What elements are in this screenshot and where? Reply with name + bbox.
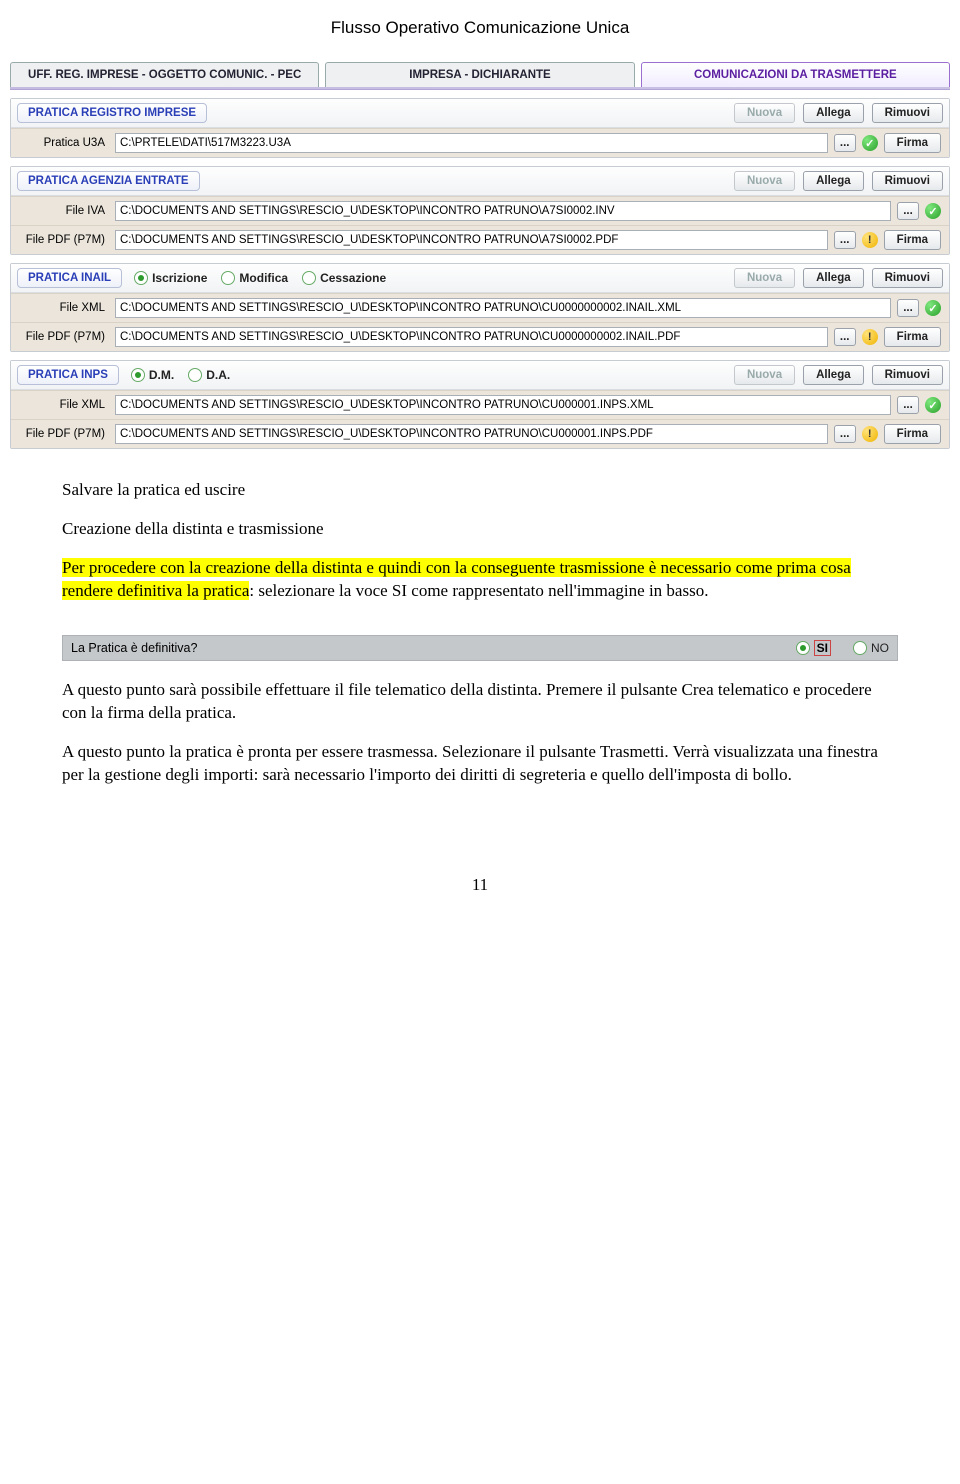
firma-button[interactable]: Firma (884, 133, 941, 153)
document-header: Flusso Operativo Comunicazione Unica (0, 0, 960, 62)
definitiva-question: La Pratica è definitiva? (71, 641, 197, 655)
input-file-xml-inail[interactable] (115, 298, 891, 318)
allega-button[interactable]: Allega (803, 171, 864, 191)
paragraph-creazione: Creazione della distinta e trasmissione (62, 518, 898, 541)
tab-comunicazioni-trasmettere[interactable]: COMUNICAZIONI DA TRASMETTERE (641, 62, 950, 87)
label-file-iva: File IVA (19, 205, 109, 217)
nuova-button: Nuova (734, 103, 795, 123)
paragraph-procedere: Per procedere con la creazione della dis… (62, 557, 898, 603)
firma-button[interactable]: Firma (884, 327, 941, 347)
tab-uff-reg[interactable]: UFF. REG. IMPRESE - OGGETTO COMUNIC. - P… (10, 62, 319, 87)
radio-label-si: SI (814, 640, 831, 656)
radio-dm[interactable]: D.M. (131, 368, 174, 382)
radio-label: Cessazione (320, 271, 386, 285)
label-file-pdf-p7m: File PDF (P7M) (19, 331, 109, 343)
radio-icon (134, 271, 148, 285)
radio-icon (221, 271, 235, 285)
panel-inail: PRATICA INAIL Iscrizione Modifica Cessaz… (10, 263, 950, 352)
status-warn-icon (862, 426, 878, 442)
inail-radio-group: Iscrizione Modifica Cessazione (130, 271, 386, 285)
input-pratica-u3a[interactable] (115, 133, 828, 153)
label-file-pdf-p7m: File PDF (P7M) (19, 428, 109, 440)
input-file-pdf-inps[interactable] (115, 424, 828, 444)
allega-button[interactable]: Allega (803, 268, 864, 288)
browse-button[interactable]: ... (834, 425, 856, 443)
browse-button[interactable]: ... (897, 396, 919, 414)
status-warn-icon (862, 329, 878, 345)
tab-impresa-dichiarante[interactable]: IMPRESA - DICHIARANTE (325, 62, 634, 87)
rimuovi-button[interactable]: Rimuovi (872, 103, 943, 123)
input-file-pdf-inail[interactable] (115, 327, 828, 347)
tab-bar: UFF. REG. IMPRESE - OGGETTO COMUNIC. - P… (0, 62, 960, 87)
input-file-iva[interactable] (115, 201, 891, 221)
panel-agenzia-entrate: PRATICA AGENZIA ENTRATE Nuova Allega Rim… (10, 166, 950, 255)
radio-icon (853, 641, 867, 655)
rimuovi-button[interactable]: Rimuovi (872, 365, 943, 385)
definitiva-bar: La Pratica è definitiva? SI NO (62, 635, 898, 661)
status-ok-icon (925, 300, 941, 316)
radio-si[interactable]: SI (796, 640, 831, 656)
radio-label: D.A. (206, 368, 230, 382)
rimuovi-button[interactable]: Rimuovi (872, 171, 943, 191)
radio-label: Iscrizione (152, 271, 207, 285)
allega-button[interactable]: Allega (803, 103, 864, 123)
inps-radio-group: D.M. D.A. (127, 368, 230, 382)
input-file-xml-inps[interactable] (115, 395, 891, 415)
firma-button[interactable]: Firma (884, 230, 941, 250)
paragraph-trasmetti: A questo punto la pratica è pronta per e… (62, 741, 898, 787)
panel-title-inps: PRATICA INPS (17, 365, 119, 385)
radio-icon (796, 641, 810, 655)
paragraph-tail: : selezionare la voce SI come rappresent… (249, 581, 708, 600)
firma-button[interactable]: Firma (884, 424, 941, 444)
status-ok-icon (862, 135, 878, 151)
status-ok-icon (925, 203, 941, 219)
label-file-xml-inps: File XML (19, 399, 109, 411)
nuova-button: Nuova (734, 171, 795, 191)
browse-button[interactable]: ... (834, 231, 856, 249)
allega-button[interactable]: Allega (803, 365, 864, 385)
radio-label-no: NO (871, 641, 889, 655)
radio-no[interactable]: NO (853, 641, 889, 655)
paragraph-telematico: A questo punto sarà possibile effettuare… (62, 679, 898, 725)
paragraph-salvare: Salvare la pratica ed uscire (62, 479, 898, 502)
document-body-2: A questo punto sarà possibile effettuare… (0, 679, 960, 815)
radio-icon (188, 368, 202, 382)
panel-registro-imprese: PRATICA REGISTRO IMPRESE Nuova Allega Ri… (10, 98, 950, 158)
browse-button[interactable]: ... (897, 202, 919, 220)
radio-icon (302, 271, 316, 285)
radio-label: Modifica (239, 271, 288, 285)
radio-iscrizione[interactable]: Iscrizione (134, 271, 207, 285)
label-pratica-u3a: Pratica U3A (19, 137, 109, 149)
radio-label: D.M. (149, 368, 174, 382)
input-file-pdf-ae[interactable] (115, 230, 828, 250)
panel-title-ae: PRATICA AGENZIA ENTRATE (17, 171, 200, 191)
panel-title-ri: PRATICA REGISTRO IMPRESE (17, 103, 207, 123)
tab-underline (10, 87, 950, 90)
nuova-button: Nuova (734, 365, 795, 385)
radio-da[interactable]: D.A. (188, 368, 230, 382)
browse-button[interactable]: ... (834, 134, 856, 152)
panel-inps: PRATICA INPS D.M. D.A. Nuova Allega Rimu… (10, 360, 950, 449)
rimuovi-button[interactable]: Rimuovi (872, 268, 943, 288)
nuova-button: Nuova (734, 268, 795, 288)
status-warn-icon (862, 232, 878, 248)
radio-cessazione[interactable]: Cessazione (302, 271, 386, 285)
document-body: Salvare la pratica ed uscire Creazione d… (0, 457, 960, 631)
label-file-pdf-p7m: File PDF (P7M) (19, 234, 109, 246)
label-file-xml-inail: File XML (19, 302, 109, 314)
page-number: 11 (0, 815, 960, 915)
panel-title-inail: PRATICA INAIL (17, 268, 122, 288)
radio-modifica[interactable]: Modifica (221, 271, 288, 285)
browse-button[interactable]: ... (897, 299, 919, 317)
definitiva-wrap: La Pratica è definitiva? SI NO (0, 631, 960, 679)
radio-icon (131, 368, 145, 382)
status-ok-icon (925, 397, 941, 413)
browse-button[interactable]: ... (834, 328, 856, 346)
